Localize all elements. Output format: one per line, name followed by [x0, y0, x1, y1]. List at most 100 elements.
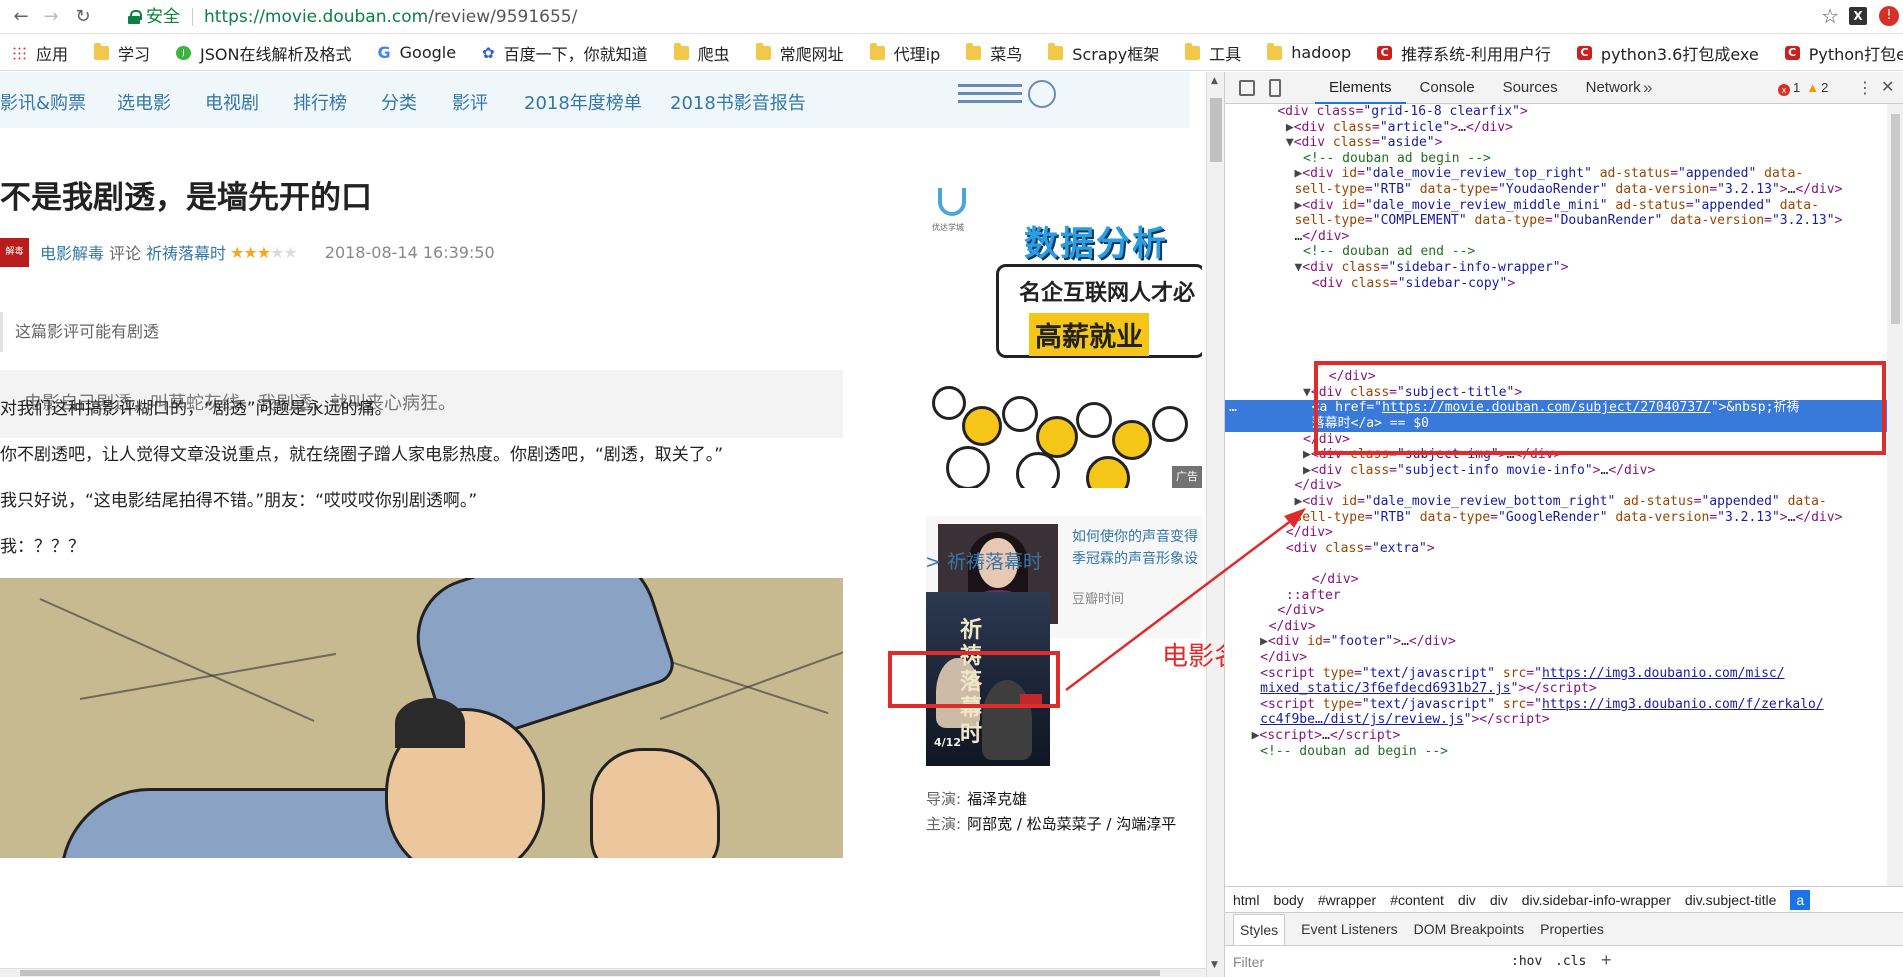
expanded-triangle-icon[interactable]: ▼ — [1303, 385, 1311, 400]
dom-node[interactable]: </div> — [1225, 478, 1887, 494]
bookmark-item[interactable]: G Google — [377, 43, 456, 62]
horizontal-scrollbar[interactable] — [0, 968, 1206, 977]
nav-link[interactable]: 2018年度榜单 — [524, 89, 642, 115]
dom-node[interactable]: </div> — [1225, 650, 1887, 666]
devtools-tab[interactable]: Console — [1406, 72, 1489, 104]
bookmark-item[interactable]: C Python打包exe文件 — [1784, 41, 1903, 65]
class-toggle[interactable]: .cls — [1555, 954, 1586, 969]
styles-subtab[interactable]: Event Listeners — [1301, 921, 1398, 937]
ad-banner[interactable]: 优达学城 数据分析师 名企互联网人才必 高薪就业 广告 — [926, 176, 1202, 488]
bookmark-item[interactable]: Scrapy框架 — [1048, 41, 1159, 65]
close-icon[interactable]: ✕ — [1881, 77, 1894, 97]
breadcrumb-item[interactable]: div — [1490, 892, 1508, 908]
bookmark-item[interactable]: C 推荐系统-利用用户行 — [1377, 41, 1551, 65]
dom-node[interactable]: <!-- douban ad begin --> — [1225, 744, 1887, 760]
site-logo-icon[interactable] — [958, 78, 1056, 112]
devtools-tab[interactable]: Sources — [1489, 72, 1572, 104]
bookmark-item[interactable]: 代理ip — [869, 41, 940, 65]
page-scrollbar[interactable]: ▲ ▼ — [1206, 72, 1224, 977]
bookmark-item[interactable]: 菜鸟 — [966, 41, 1022, 65]
dom-node[interactable]: ▼<div class="sidebar-info-wrapper"> — [1225, 260, 1887, 276]
dom-node[interactable]: ▶<div id="dale_movie_review_middle_mini"… — [1225, 198, 1887, 214]
bookmark-item[interactable]: 爬虫 — [673, 41, 730, 65]
device-toggle-icon[interactable] — [1269, 79, 1281, 97]
styles-subtab[interactable]: Styles — [1233, 913, 1286, 945]
author-avatar[interactable]: 解毒 — [0, 237, 29, 267]
dom-node[interactable]: <!-- douban ad end --> — [1225, 244, 1887, 260]
ad-card-text[interactable]: 如何使你的声音变得 季冠霖的声音形象设 — [1072, 526, 1202, 570]
devtools-tab[interactable]: Elements — [1315, 72, 1406, 104]
nav-link[interactable]: 2018书影音报告 — [670, 89, 806, 115]
nav-link[interactable]: 电视剧 — [205, 89, 259, 115]
dom-node[interactable]: cc4f9be…/dist/js/review.js"></script> — [1225, 712, 1887, 728]
nav-link[interactable]: 分类 — [381, 89, 417, 115]
bookmark-item[interactable]: 常爬网址 — [755, 41, 844, 65]
dom-node[interactable]: ▶<div class="subject-info movie-info">…<… — [1225, 463, 1887, 479]
movie-link[interactable]: 祈祷落幕时 — [146, 240, 226, 264]
bookmark-item[interactable]: Cpython3.6打包成exe — [1576, 41, 1759, 65]
dom-node[interactable]: <div class="extra"> — [1225, 541, 1887, 557]
url-omnibox[interactable]: 安全 https://movie.douban.com/review/95916… — [116, 3, 1817, 31]
more-tabs-icon[interactable]: » — [1643, 78, 1652, 98]
dom-tree-scrollbar[interactable] — [1887, 104, 1903, 886]
dom-node[interactable]: ▶<div id="dale_movie_review_bottom_right… — [1225, 494, 1887, 510]
bookmark-item[interactable]: 工具 — [1185, 41, 1241, 65]
dom-node[interactable]: <div class="grid-16-8 clearfix"> — [1225, 104, 1887, 120]
hover-state-toggle[interactable]: :hov — [1511, 954, 1542, 969]
nav-link[interactable]: 排行榜 — [293, 89, 347, 115]
bookmark-item[interactable]: 应用 — [12, 41, 68, 65]
inspect-element-icon[interactable] — [1239, 80, 1255, 96]
author-link[interactable]: 电影解毒 — [40, 240, 104, 264]
director-name[interactable]: 福泽克雄 — [967, 790, 1027, 808]
url-text[interactable]: https://movie.douban.com/review/9591655/ — [204, 3, 577, 31]
scroll-thumb[interactable] — [1210, 98, 1222, 162]
collapsed-triangle-icon[interactable]: ▶ — [1303, 447, 1311, 462]
breadcrumb-item[interactable]: html — [1233, 892, 1259, 908]
reload-icon[interactable]: ↻ — [72, 6, 94, 28]
dom-node[interactable]: <div class="sidebar-copy"> — [1225, 276, 1887, 292]
collapsed-triangle-icon[interactable]: ▶ — [1260, 634, 1268, 649]
expanded-triangle-icon[interactable]: ▼ — [1286, 135, 1294, 150]
dom-node[interactable]: <script type="text/javascript" src="http… — [1225, 666, 1887, 682]
dom-node[interactable]: <script type="text/javascript" src="http… — [1225, 697, 1887, 713]
scroll-up-icon[interactable]: ▲ — [1211, 76, 1218, 86]
dom-node[interactable]: ▶<div id="footer">…</div> — [1225, 634, 1887, 650]
cast-names[interactable]: 阿部宽 / 松岛菜菜子 / 沟端淳平 — [967, 815, 1176, 833]
collapsed-triangle-icon[interactable]: ▶ — [1286, 120, 1294, 135]
back-icon[interactable]: ← — [10, 6, 32, 28]
devtools-menu-icon[interactable]: ⋮ — [1857, 78, 1873, 98]
dom-node[interactable]: sell-type="COMPLEMENT" data-type="Douban… — [1225, 213, 1887, 229]
breadcrumb-item[interactable]: a — [1790, 889, 1811, 910]
dom-node[interactable]: </div> — [1225, 572, 1887, 588]
dom-node[interactable]: sell-type="RTB" data-type="YoudaoRender"… — [1225, 182, 1887, 198]
breadcrumb-item[interactable]: div.subject-title — [1685, 892, 1777, 908]
dom-node[interactable]: …</div> — [1225, 229, 1887, 245]
node-actions-icon[interactable]: … — [1229, 400, 1237, 416]
breadcrumb-item[interactable]: div — [1458, 892, 1476, 908]
dom-node[interactable]: ::after — [1225, 588, 1887, 604]
nav-link[interactable]: 影评 — [452, 89, 488, 115]
styles-subtab[interactable]: DOM Breakpoints — [1414, 921, 1524, 937]
bookmark-item[interactable]: 学习 — [94, 41, 150, 65]
scroll-down-icon[interactable]: ▼ — [1211, 960, 1218, 970]
browser-menu-icon[interactable]: ! — [1879, 6, 1899, 26]
dom-node[interactable]: ▼<div class="aside"> — [1225, 135, 1887, 151]
dom-node[interactable]: ▶<script>…</script> — [1225, 728, 1887, 744]
dom-node[interactable]: sell-type="RTB" data-type="GoogleRender"… — [1225, 510, 1887, 526]
nav-link[interactable]: 影讯&购票 — [0, 89, 86, 115]
styles-subtab[interactable]: Properties — [1540, 921, 1604, 937]
dom-tree[interactable]: <div class="grid-16-8 clearfix"> ▶<div cl… — [1225, 104, 1887, 886]
breadcrumb-item[interactable]: #wrapper — [1318, 892, 1376, 908]
new-rule-icon[interactable]: + — [1601, 950, 1612, 971]
dom-node[interactable]: ▶<div class="article">…</div> — [1225, 120, 1887, 136]
bookmark-item[interactable]: hadoop — [1267, 42, 1351, 62]
dom-node[interactable]: </div> — [1225, 603, 1887, 619]
breadcrumb-item[interactable]: div.sidebar-info-wrapper — [1522, 892, 1671, 908]
dom-node[interactable]: ▶<div id="dale_movie_review_top_right" a… — [1225, 166, 1887, 182]
dom-node[interactable]: </div> — [1225, 619, 1887, 635]
dom-node[interactable]: mixed_static/3f6efdecd6931b27.js"></scri… — [1225, 681, 1887, 697]
breadcrumb-item[interactable]: #content — [1390, 892, 1444, 908]
nav-link[interactable]: 选电影 — [117, 89, 171, 115]
forward-icon[interactable]: → — [40, 6, 62, 28]
bookmark-star-icon[interactable]: ☆ — [1821, 4, 1839, 28]
